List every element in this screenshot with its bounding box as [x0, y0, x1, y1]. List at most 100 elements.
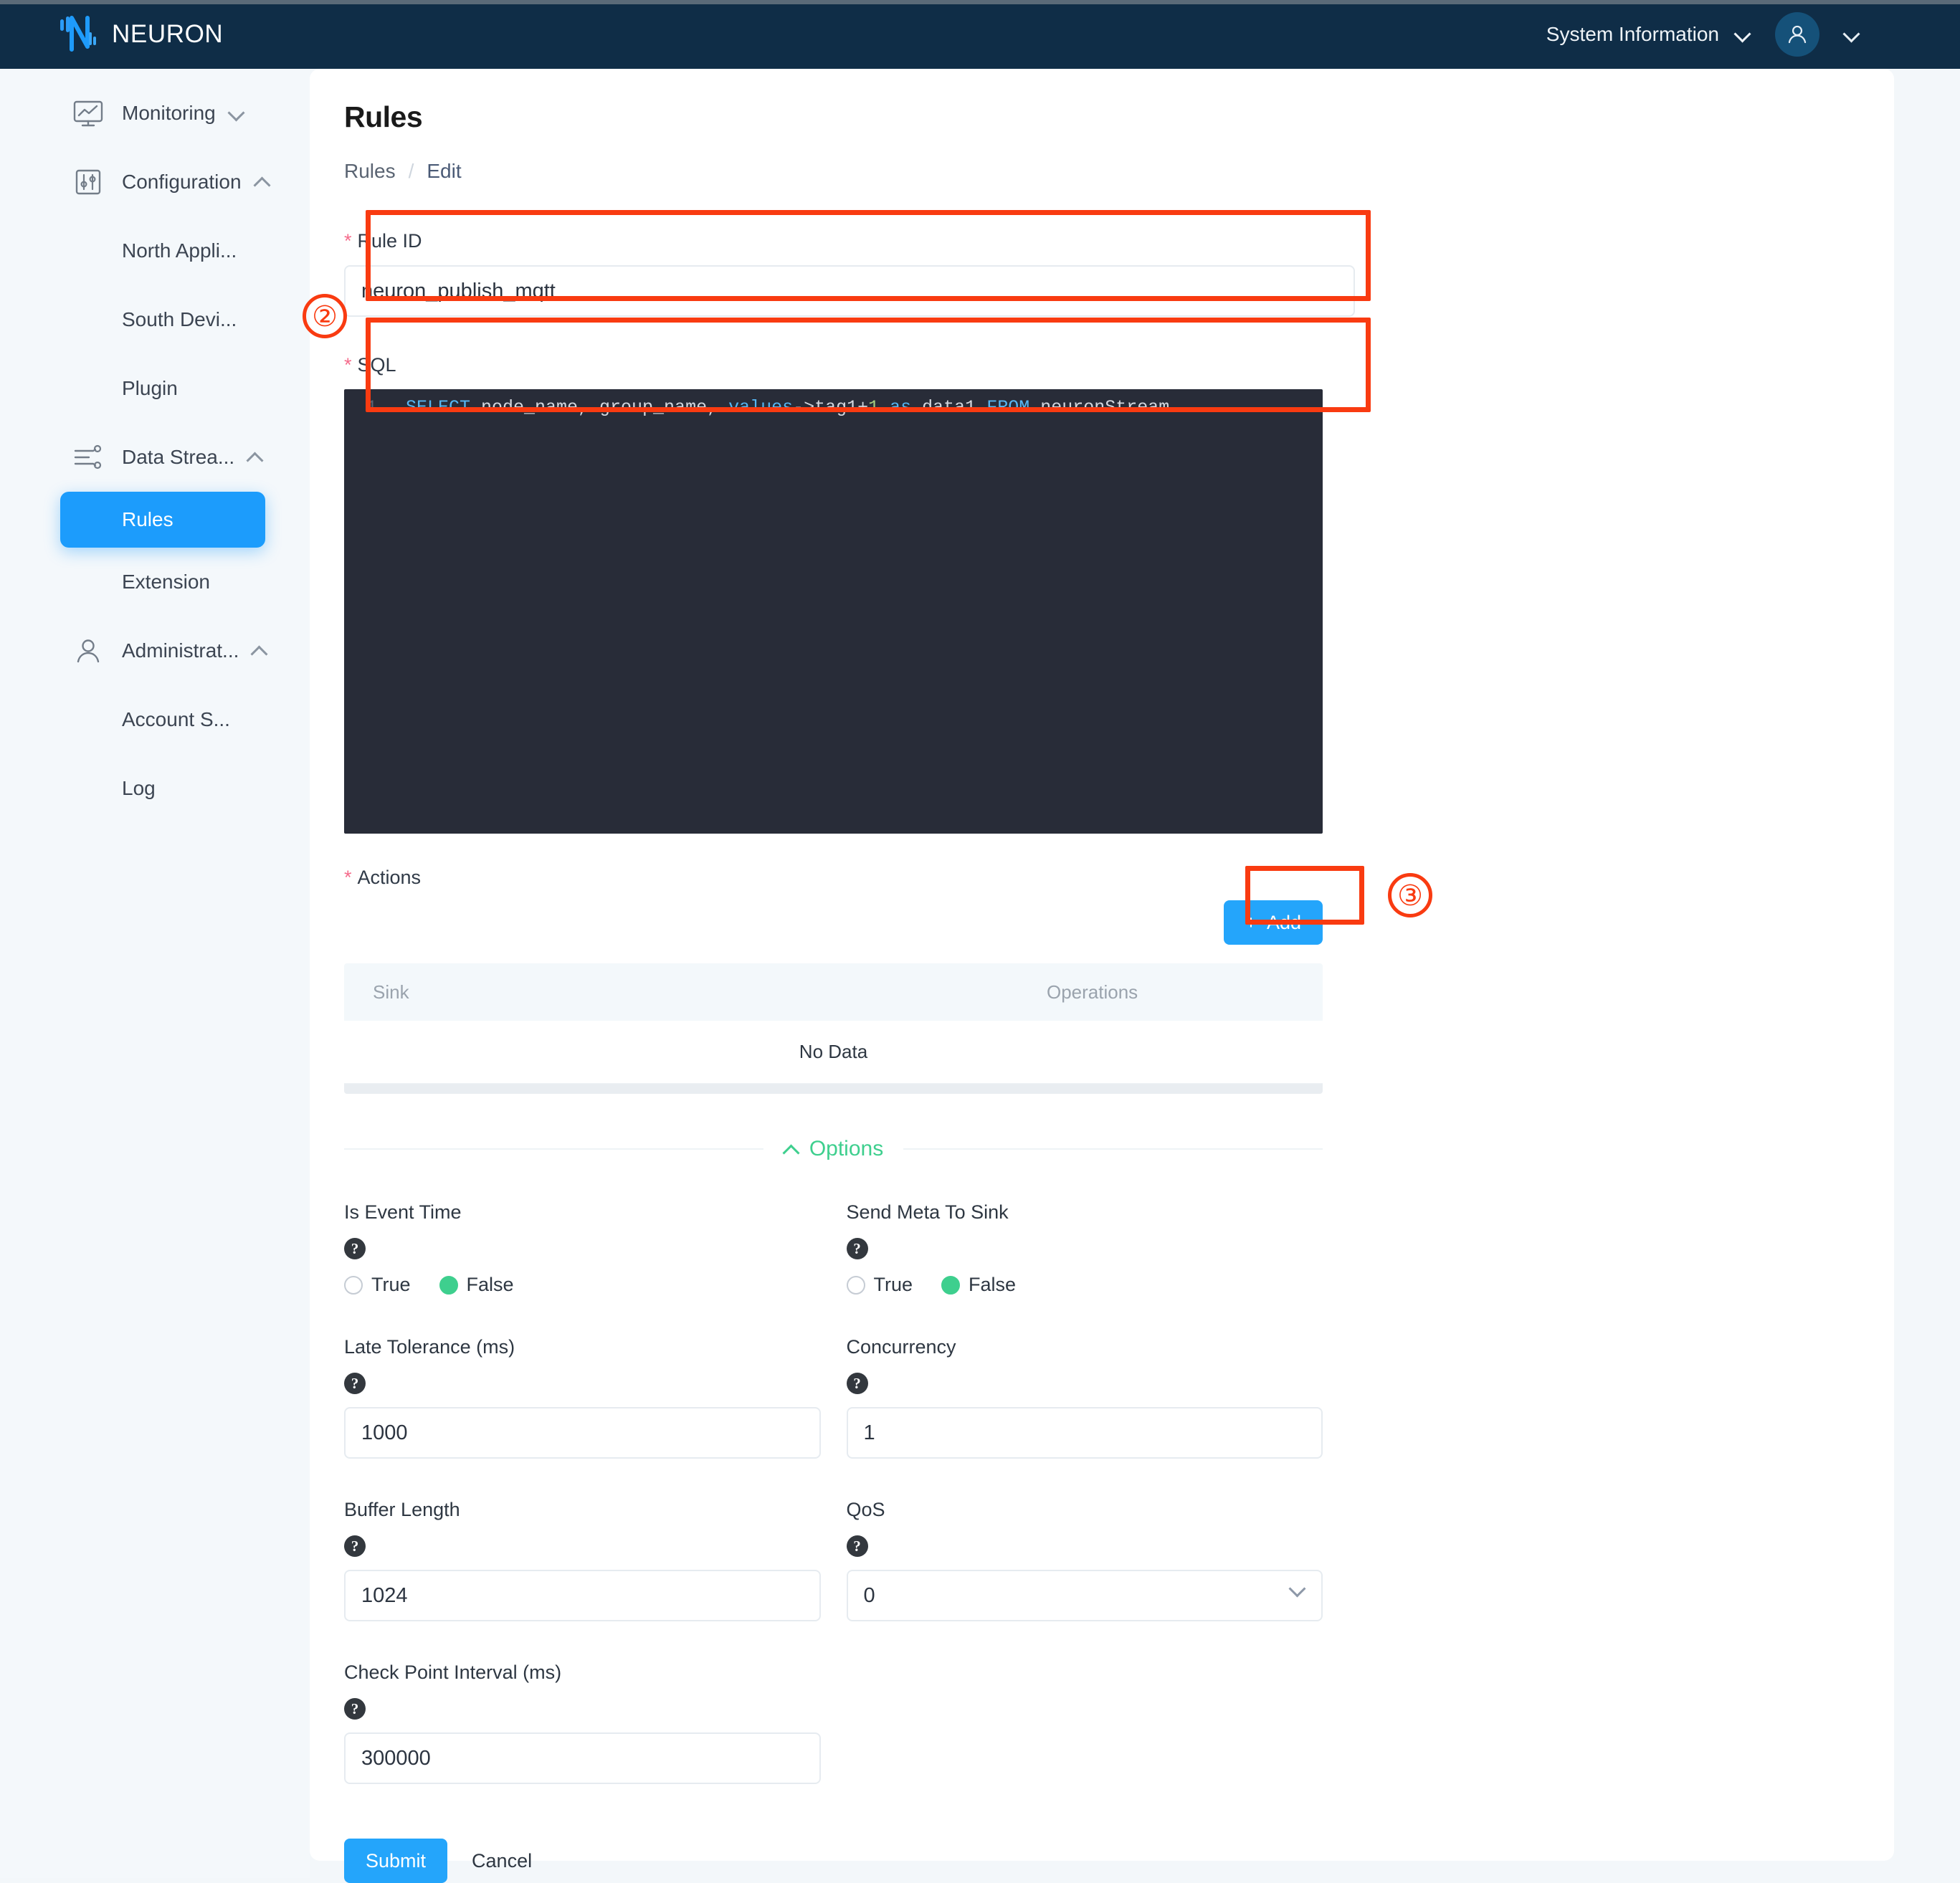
sliders-icon	[72, 166, 105, 199]
sidebar-item-administration[interactable]: Administrat...	[0, 616, 310, 685]
radio-false[interactable]: False	[439, 1274, 514, 1296]
chevron-up-icon	[252, 643, 267, 659]
plus-icon: +	[1245, 911, 1257, 933]
form-footer: Submit Cancel	[344, 1784, 1355, 1883]
question-icon[interactable]: ?	[344, 1238, 366, 1259]
system-information-menu[interactable]: System Information	[1546, 23, 1751, 46]
submit-button[interactable]: Submit	[344, 1839, 448, 1883]
brand: NEURON	[0, 14, 223, 55]
table-header-row: Sink Operations	[344, 963, 1323, 1021]
user-avatar-icon	[1788, 25, 1807, 44]
sql-token-keyword: values	[728, 396, 794, 418]
sidebar-item-label: South Devi...	[122, 308, 237, 330]
chevron-down-icon[interactable]	[1290, 1581, 1305, 1597]
sidebar-item-label: North Appli...	[122, 239, 237, 262]
sql-token-keyword: SELECT	[406, 396, 471, 418]
table-empty-state: No Data	[344, 1021, 1323, 1084]
chevron-up-icon	[247, 449, 263, 465]
question-icon[interactable]: ?	[344, 1535, 366, 1557]
sql-token-keyword: FROM	[986, 396, 1030, 418]
option-buffer-length: Buffer Length ?	[344, 1459, 821, 1621]
page-title: Rules	[344, 100, 423, 133]
option-concurrency: Concurrency ?	[846, 1296, 1323, 1459]
option-is-event-time: Is Event Time ? True False	[344, 1161, 821, 1296]
sidebar-item-configuration[interactable]: Configuration	[0, 148, 310, 216]
question-icon[interactable]: ?	[344, 1698, 366, 1720]
sidebar-item-north-apps[interactable]: North Appli...	[0, 216, 310, 285]
line-number: 1	[366, 396, 377, 418]
sidebar-item-monitoring[interactable]: Monitoring	[0, 79, 310, 148]
radio-true[interactable]: True	[846, 1274, 913, 1296]
option-send-meta-to-sink: Send Meta To Sink ? True False	[846, 1161, 1323, 1296]
required-asterisk: *	[344, 867, 352, 888]
sidebar-item-label: Extension	[122, 571, 210, 593]
breadcrumb: Rules / Edit	[310, 134, 1894, 183]
concurrency-input[interactable]	[846, 1407, 1323, 1459]
sidebar-item-south-devices[interactable]: South Devi...	[0, 285, 310, 354]
buffer-length-input[interactable]	[344, 1570, 821, 1621]
radio-false[interactable]: False	[941, 1274, 1016, 1296]
sidebar-item-label: Data Strea...	[122, 446, 235, 468]
breadcrumb-current[interactable]: Edit	[427, 160, 461, 183]
sidebar-item-account-settings[interactable]: Account S...	[0, 685, 310, 754]
radio-indicator-selected	[941, 1275, 961, 1295]
top-navigation-bar: NEURON System Information	[0, 0, 1960, 69]
late-tolerance-input[interactable]	[344, 1407, 821, 1459]
divider-line-right	[903, 1148, 1323, 1150]
option-label: QoS	[846, 1499, 885, 1520]
actions-table: Sink Operations No Data	[344, 963, 1323, 1094]
qos-select[interactable]	[846, 1570, 1323, 1621]
sql-token-plain: ->tag1+	[793, 396, 869, 418]
radio-true[interactable]: True	[344, 1274, 411, 1296]
radio-group: True False	[846, 1274, 1323, 1296]
divider-line-left	[344, 1148, 763, 1150]
sidebar-item-data-streaming[interactable]: Data Strea...	[0, 423, 310, 492]
question-icon[interactable]: ?	[846, 1238, 868, 1259]
sql-token-plain: neuronStream	[1029, 396, 1170, 418]
sql-token-number: 1	[868, 396, 880, 418]
options-section: Options Is Event Time ? True False Send …	[344, 1094, 1355, 1784]
option-label: Buffer Length	[344, 1499, 460, 1520]
sidebar-item-log[interactable]: Log	[0, 754, 310, 823]
user-menu-chevron-down-icon[interactable]	[1844, 27, 1860, 42]
radio-label: True	[873, 1274, 913, 1295]
brand-name: NEURON	[112, 20, 224, 48]
avatar[interactable]	[1775, 12, 1819, 57]
chevron-up-icon	[254, 174, 270, 190]
cancel-button[interactable]: Cancel	[457, 1850, 546, 1872]
option-check-point-interval: Check Point Interval (ms) ?	[344, 1621, 821, 1784]
sidebar-item-extension[interactable]: Extension	[0, 548, 310, 616]
data-stream-icon	[72, 441, 105, 474]
topbar-right-controls: System Information	[1546, 12, 1960, 57]
neuron-logo-icon	[56, 14, 97, 55]
add-action-button[interactable]: + Add	[1224, 900, 1323, 945]
sql-token-plain	[879, 397, 890, 418]
sidebar-item-label: Account S...	[122, 708, 230, 730]
radio-indicator	[846, 1275, 865, 1295]
options-divider: Options	[344, 1137, 1323, 1161]
options-toggle[interactable]: Options	[763, 1137, 903, 1161]
breadcrumb-root[interactable]: Rules	[344, 160, 396, 183]
sidebar-item-label: Administrat...	[122, 639, 239, 662]
options-grid-spacer	[847, 1621, 1323, 1784]
person-icon	[72, 634, 105, 667]
question-icon[interactable]: ?	[846, 1535, 868, 1557]
check-point-interval-input[interactable]	[344, 1732, 821, 1784]
question-icon[interactable]: ?	[344, 1373, 366, 1394]
sql-field-group: * SQL 1 SELECT node_name, group_name, val…	[344, 317, 1355, 834]
option-label: Is Event Time	[344, 1201, 462, 1223]
sidebar-item-rules[interactable]: Rules	[60, 492, 265, 548]
sql-label: * SQL	[344, 354, 396, 376]
actions-field-group: * Actions + Add Sink Operations No Data	[344, 834, 1355, 1094]
rule-id-input[interactable]	[344, 265, 1355, 317]
add-button-label: Add	[1266, 911, 1301, 933]
options-grid: Is Event Time ? True False Send Meta To …	[344, 1161, 1323, 1784]
rule-id-field-group: * Rule ID	[344, 183, 1355, 317]
table-horizontal-scrollbar[interactable]	[344, 1084, 1323, 1094]
question-icon[interactable]: ?	[846, 1373, 868, 1394]
main-content-card: Rules Rules / Edit *Rule ID *SQL 1	[310, 69, 1894, 1883]
sql-code-editor[interactable]: 1 SELECT node_name, group_name, values->…	[344, 389, 1323, 834]
sidebar-item-plugin[interactable]: Plugin	[0, 354, 310, 423]
actions-label: * Actions	[344, 867, 422, 888]
sidebar: Monitoring Configuration North Appli... …	[0, 69, 310, 1878]
